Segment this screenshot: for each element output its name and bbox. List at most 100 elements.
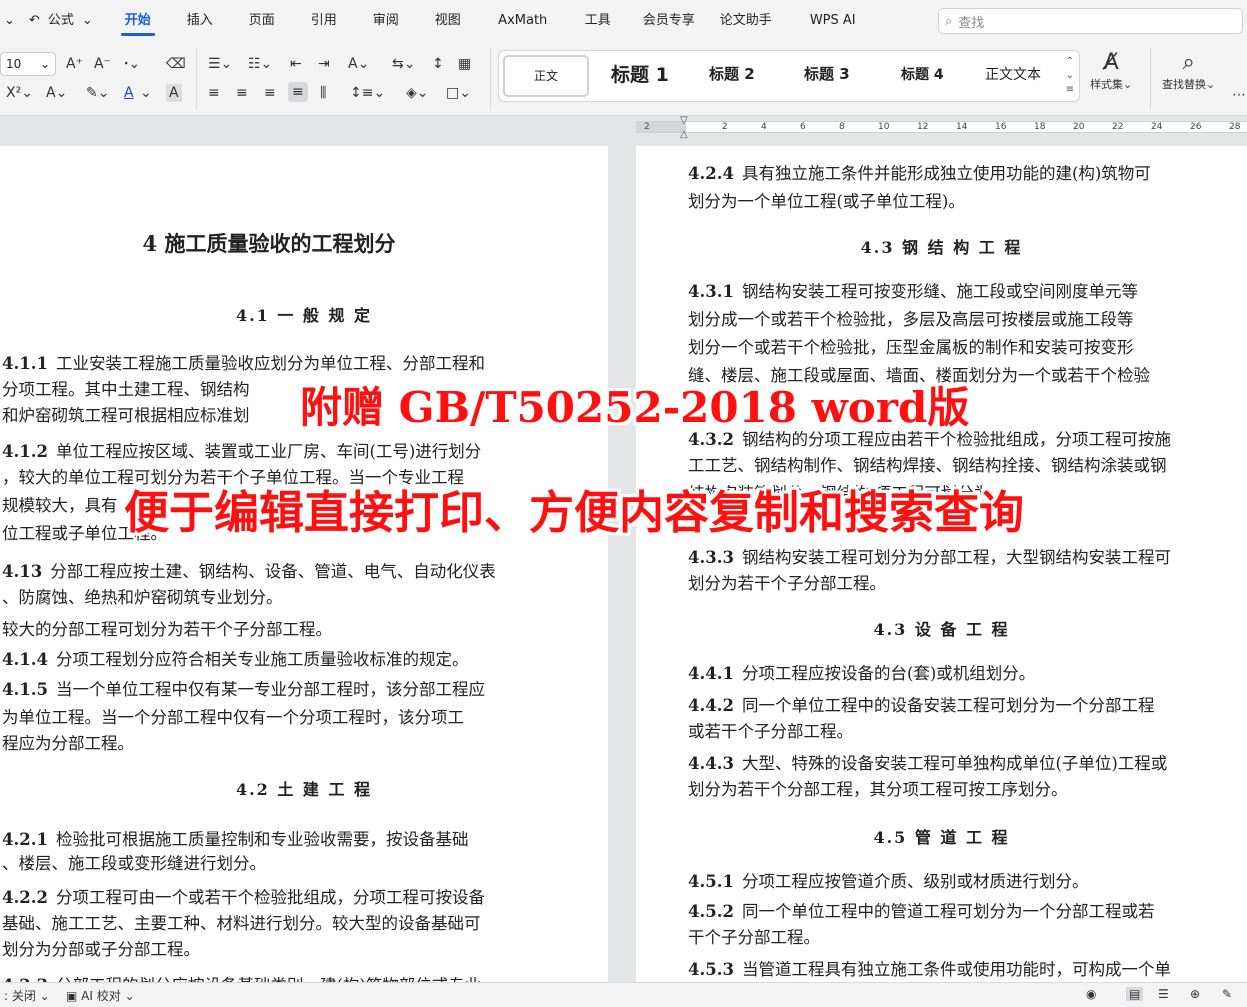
distribute-icon[interactable]: ⫼ — [320, 84, 326, 102]
paragraph-text: 分项工程划分应符合相关专业施工质量验收标准的规定。 — [55, 650, 469, 669]
tab-3[interactable]: 引用 — [293, 0, 355, 42]
paragraph-line: 4.5.1 分项工程应按管道介质、级别或材质进行划分。 — [688, 868, 1088, 892]
more-tools-icon[interactable]: ⋯ — [1232, 86, 1246, 104]
paragraph-line: 4.4.3 大型、特殊的设备安装工程可单独构成单位(子单位)工程或 — [688, 750, 1167, 774]
formula-button[interactable]: 公式 — [44, 0, 78, 42]
paragraph-line: 划分为若干个分部工程，其分项工程可按工序划分。 — [688, 776, 1068, 800]
paragraph-line: 程应为分部工程。 — [2, 730, 134, 754]
style-gallery: 正文 标题 1 标题 2 标题 3 标题 4 正文文本 ⌃ ⌄ ≡ — [498, 50, 1080, 102]
paragraph-text: 划分一个或若干个检验批，压型金属板的制作和安装可按变形 — [688, 338, 1134, 357]
line-spacing-icon[interactable]: ↕≡⌄ — [350, 84, 385, 102]
tab-10[interactable]: WPS AI — [783, 0, 883, 42]
paragraph-text: 和炉窑砌筑工程可根据相应标准划 — [2, 406, 250, 425]
tab-1[interactable]: 插入 — [169, 0, 231, 42]
hanging-indent-marker-icon[interactable]: △ — [680, 129, 688, 140]
undo-icon[interactable]: ↶ — [25, 0, 44, 42]
style-body-text[interactable]: 正文文本 — [985, 64, 1041, 84]
text-effect-icon[interactable]: A⌄ — [46, 84, 67, 102]
sort-icon[interactable]: ↕ — [432, 55, 444, 73]
bullet-list-icon[interactable]: ☰⌄ — [208, 55, 232, 73]
tab-4[interactable]: 审阅 — [355, 0, 417, 42]
style-gallery-scroll-icon[interactable]: ⌃ ⌄ ≡ — [1066, 55, 1074, 97]
tab-0[interactable]: 开始 — [107, 0, 169, 42]
show-marks-icon[interactable]: ▦ — [458, 55, 471, 73]
number-list-icon[interactable]: ☷⌄ — [248, 55, 272, 73]
grow-font-icon[interactable]: A⁺ — [66, 55, 83, 73]
increase-indent-icon[interactable]: ⇥ — [318, 55, 330, 73]
paragraph-text: 规模较大，具有 — [2, 496, 118, 515]
paragraph-line: 4.1.2 单位工程应按区域、装置或工业厂房、车间(工号)进行划分 — [2, 438, 481, 462]
superscript-icon[interactable]: X²⌄ — [6, 84, 33, 102]
tab-8[interactable]: 会员专享 — [629, 0, 709, 42]
style-set-button[interactable]: A̸ 样式集⌄ — [1090, 50, 1132, 92]
tab-6[interactable]: AxMath — [479, 0, 567, 42]
align-center-icon[interactable]: ≡ — [236, 84, 248, 102]
shading-icon[interactable]: ◈⌄ — [406, 84, 429, 102]
paragraph-line: 划分为若干个子分部工程。 — [688, 570, 886, 594]
paragraph-text: 当一个单位工程中仅有某一专业分部工程时，该分部工程应 — [55, 680, 485, 699]
ruler-label: 6 — [800, 122, 806, 132]
tab-7[interactable]: 工具 — [567, 0, 629, 42]
shrink-font-icon[interactable]: A⁻ — [94, 55, 111, 73]
undo-dropdown[interactable]: ⌄ — [0, 0, 25, 42]
document-page-right[interactable]: 4.2.4 具有独立施工条件并能形成独立使用功能的建(构)筑物可 划分为一个单位工程… — [636, 146, 1247, 982]
indent-marker-icon[interactable]: ▽ — [680, 115, 688, 126]
style-heading-3[interactable]: 标题 3 — [804, 63, 850, 84]
style-heading-4[interactable]: 标题 4 — [901, 64, 944, 84]
paragraph-text: 划分为若干个子分部工程。 — [688, 574, 886, 593]
tab-9[interactable]: 论文助手 — [709, 0, 783, 42]
text-direction-icon[interactable]: ⇆⌄ — [392, 55, 415, 73]
clause-number: 4.4.2 — [688, 696, 734, 715]
paragraph-text: 检验批可根据施工质量控制和专业验收需要，按设备基础 — [55, 830, 469, 849]
quick-access-dropdown-icon[interactable]: ⌄ — [78, 0, 107, 42]
web-view-icon[interactable]: ⊕ — [1190, 987, 1200, 1001]
paragraph-line: 干个子分部工程。 — [688, 924, 820, 948]
search-placeholder: 查找 — [958, 15, 985, 31]
paragraph-text: 钢结构安装工程可按变形缝、施工段或空间刚度单元等 — [741, 282, 1138, 301]
paragraph-line: 划分一个或若干个检验批，压型金属板的制作和安装可按变形 — [688, 334, 1134, 358]
tab-5[interactable]: 视图 — [417, 0, 479, 42]
style-heading-1[interactable]: 标题 1 — [611, 60, 669, 87]
paragraph-line: 4.4.2 同一个单位工程中的设备安装工程可划分为一个分部工程 — [688, 692, 1154, 716]
paragraph-text: 工工艺、钢结构制作、钢结构焊接、钢结构拴接、钢结构涂装或钢 — [688, 456, 1167, 475]
horizontal-ruler[interactable]: 2 2 4 6 8 10 12 14 16 18 20 22 24 26 28 ▽ △ — [636, 115, 1247, 140]
align-right-icon[interactable]: ≡ — [264, 84, 276, 102]
document-page-left[interactable]: 4 施工质量验收的工程划分 4.1 一 般 规 定 4.1.1 工业安装工程施工质量验… — [0, 146, 608, 982]
find-replace-button[interactable]: ⌕ 查找替换⌄ — [1162, 50, 1215, 92]
page-view-icon[interactable]: ▤ — [1126, 987, 1144, 1001]
paragraph-text: 分项工程应按设备的台(套)或机组划分。 — [741, 664, 1036, 683]
ruler-label: 24 — [1151, 122, 1163, 132]
paragraph-line: 和炉窑砌筑工程可根据相应标准划 — [2, 402, 250, 426]
font-color-icon[interactable]: A — [124, 84, 134, 102]
style-heading-2[interactable]: 标题 2 — [709, 63, 755, 84]
decrease-indent-icon[interactable]: ⇤ — [290, 55, 302, 73]
highlight-icon[interactable]: ✎⌄ — [86, 84, 109, 102]
search-input[interactable]: ⌕ 查找 — [938, 8, 1243, 34]
search-icon: ⌕ — [945, 13, 953, 29]
asian-layout-icon[interactable]: A⌄ — [348, 55, 369, 73]
border-icon[interactable]: □⌄ — [446, 84, 471, 102]
outline-view-icon[interactable]: ☰ — [1158, 987, 1169, 1001]
section-heading: 4.1 一 般 规 定 — [0, 302, 608, 326]
clear-format-icon[interactable]: ⌫ — [166, 55, 186, 73]
ai-check-button[interactable]: ▣ AI 校对 ⌄ — [66, 987, 135, 1004]
justify-icon[interactable]: ≡ — [288, 82, 308, 102]
paragraph-line: 较大的分部工程可划分为若干个子分部工程。 — [2, 616, 332, 640]
write-mode-icon[interactable]: ✎ — [1222, 987, 1232, 1001]
style-normal[interactable]: 正文 — [503, 55, 589, 97]
paragraph-line: 4.4.1 分项工程应按设备的台(套)或机组划分。 — [688, 660, 1035, 684]
eye-icon[interactable]: ◉ — [1086, 987, 1096, 1001]
paragraph-text: 较大的分部工程可划分为若干个子分部工程。 — [2, 620, 332, 639]
spell-check-status[interactable]: : 关闭 ⌄ — [4, 987, 50, 1004]
font-size-select[interactable]: 10 ⌄ — [0, 52, 56, 76]
pinyin-icon[interactable]: ꞏ⌄ — [124, 55, 140, 73]
align-left-icon[interactable]: ≡ — [208, 84, 220, 102]
ribbon-tabs: 开始 插入 页面 引用 审阅 视图 AxMath 工具 会员专享 论文助手 WPS AI — [107, 0, 883, 42]
paragraph-text: 程应为分部工程。 — [2, 734, 134, 753]
clause-number: 4.2.4 — [688, 164, 734, 183]
tab-2[interactable]: 页面 — [231, 0, 293, 42]
paragraph-text: 工业安装工程施工质量验收应划分为单位工程、分部工程和 — [55, 354, 485, 373]
font-color-dropdown-icon[interactable]: ⌄ — [140, 84, 152, 102]
char-shading-icon[interactable]: A — [166, 84, 182, 102]
paragraph-text: 、楼层、施工段或变形缝进行划分。 — [2, 854, 266, 873]
